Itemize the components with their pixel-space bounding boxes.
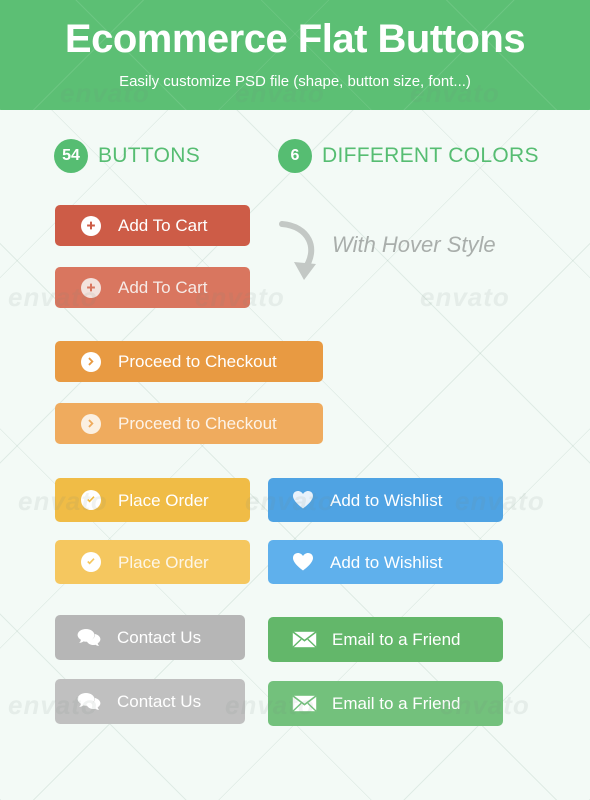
stats-row: 54 BUTTONS 6 DIFFERENT COLORS bbox=[0, 136, 590, 176]
stat-buttons-badge: 54 bbox=[54, 139, 88, 173]
curved-arrow-icon bbox=[279, 221, 316, 280]
heart-icon bbox=[292, 490, 314, 510]
poster-subtitle: Easily customize PSD file (shape, button… bbox=[119, 73, 471, 90]
add-to-wishlist-label: Add to Wishlist bbox=[330, 490, 443, 510]
add-to-cart-label: Add To Cart bbox=[118, 216, 208, 235]
heart-icon bbox=[292, 552, 314, 572]
poster-title: Ecommerce Flat Buttons bbox=[64, 17, 526, 61]
place-order-button-hover[interactable]: Place Order bbox=[55, 540, 250, 584]
email-to-a-friend-button[interactable]: Email to a Friend bbox=[268, 617, 503, 662]
contact-us-label-hover: Contact Us bbox=[117, 692, 202, 711]
add-to-cart-button[interactable]: Add To Cart bbox=[55, 205, 250, 246]
place-order-label-hover: Place Order bbox=[118, 552, 209, 572]
check-circle-icon bbox=[81, 552, 101, 572]
email-to-a-friend-button-hover[interactable]: Email to a Friend bbox=[268, 681, 503, 726]
add-to-wishlist-button-hover[interactable]: Add to Wishlist bbox=[268, 540, 503, 584]
add-to-wishlist-label-hover: Add to Wishlist bbox=[330, 552, 443, 572]
poster-header: Ecommerce Flat Buttons Easily customize … bbox=[0, 0, 590, 110]
add-to-wishlist-button[interactable]: Add to Wishlist bbox=[268, 478, 503, 522]
proceed-to-checkout-button[interactable]: Proceed to Checkout bbox=[55, 341, 323, 382]
envato-watermark: envato bbox=[420, 282, 510, 312]
contact-us-button[interactable]: Contact Us bbox=[55, 615, 245, 660]
chevron-right-icon bbox=[81, 351, 101, 372]
chat-bubbles-icon bbox=[77, 628, 101, 647]
proceed-to-checkout-label-hover: Proceed to Checkout bbox=[118, 414, 277, 433]
stat-colors-badge: 6 bbox=[278, 139, 312, 173]
chat-bubbles-icon bbox=[77, 692, 101, 711]
poster: Ecommerce Flat Buttons Easily customize … bbox=[0, 0, 590, 800]
stat-buttons-label: BUTTONS bbox=[98, 144, 201, 167]
email-to-a-friend-label: Email to a Friend bbox=[332, 630, 461, 649]
contact-us-button-hover[interactable]: Contact Us bbox=[55, 679, 245, 724]
contact-us-label: Contact Us bbox=[117, 628, 202, 647]
plus-circle-icon bbox=[81, 277, 101, 298]
email-to-a-friend-label-hover: Email to a Friend bbox=[332, 694, 461, 713]
stat-buttons: 54 BUTTONS bbox=[54, 136, 200, 176]
place-order-button[interactable]: Place Order bbox=[55, 478, 250, 522]
hover-style-note: With Hover Style bbox=[332, 232, 496, 257]
add-to-cart-button-hover[interactable]: Add To Cart bbox=[55, 267, 250, 308]
plus-circle-icon bbox=[81, 215, 101, 236]
add-to-cart-label-hover: Add To Cart bbox=[118, 278, 208, 297]
place-order-label: Place Order bbox=[118, 490, 209, 510]
check-circle-icon bbox=[81, 490, 101, 510]
stat-colors-label: DIFFERENT COLORS bbox=[322, 144, 539, 167]
envelope-icon bbox=[292, 631, 317, 648]
proceed-to-checkout-label: Proceed to Checkout bbox=[118, 352, 277, 371]
chevron-right-icon bbox=[81, 413, 101, 434]
stat-colors: 6 DIFFERENT COLORS bbox=[278, 136, 539, 176]
envelope-icon bbox=[292, 695, 317, 712]
proceed-to-checkout-button-hover[interactable]: Proceed to Checkout bbox=[55, 403, 323, 444]
